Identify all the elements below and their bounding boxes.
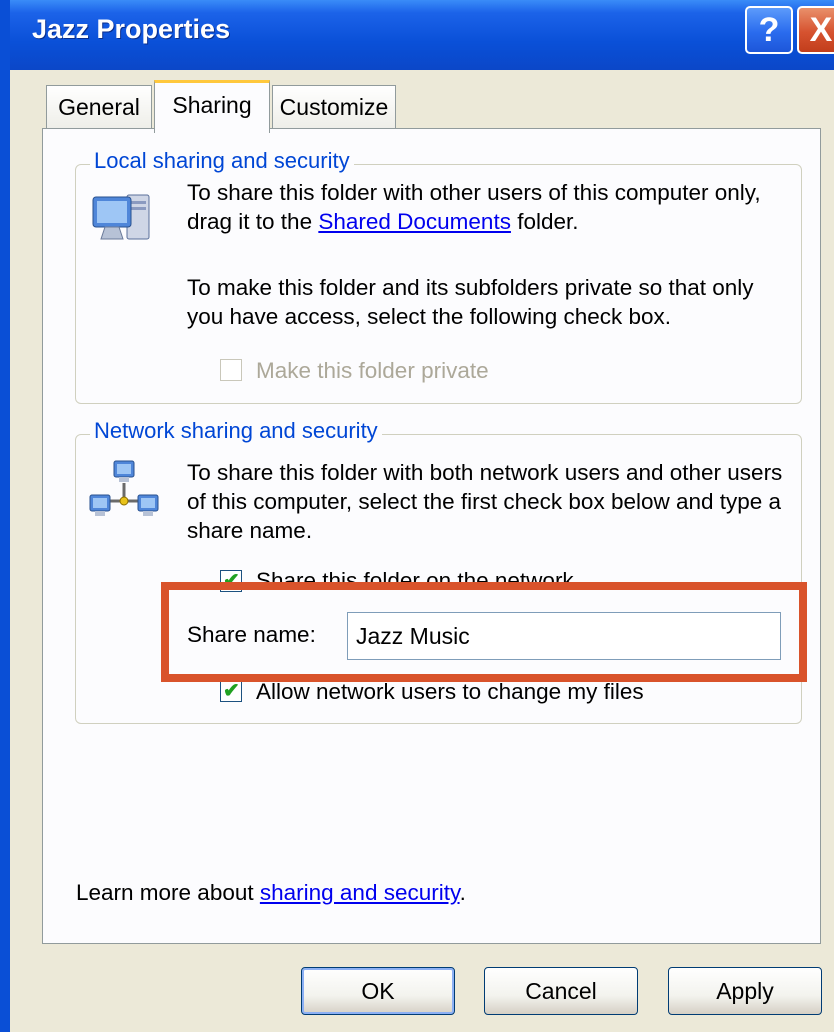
apply-button[interactable]: Apply xyxy=(668,967,822,1015)
network-sharing-group: Network sharing and security To share th… xyxy=(75,418,802,724)
tab-general[interactable]: General xyxy=(46,85,152,129)
help-button[interactable]: ? xyxy=(745,6,793,54)
share-folder-label: Share this folder on the network xyxy=(256,568,574,593)
tab-customize[interactable]: Customize xyxy=(272,85,396,129)
network-computers-icon xyxy=(89,460,159,516)
ok-button[interactable]: OK xyxy=(301,967,455,1015)
checkmark-icon: ✔ xyxy=(223,680,240,702)
properties-window: Jazz Properties ? X General Sharing Cust… xyxy=(0,0,834,1032)
local-sharing-group: Local sharing and security To share this… xyxy=(75,148,802,404)
private-folder-text: To make this folder and its subfolders p… xyxy=(187,275,754,329)
window-title: Jazz Properties xyxy=(32,14,231,44)
allow-change-label: Allow network users to change my files xyxy=(256,679,644,704)
sharing-security-link[interactable]: sharing and security xyxy=(260,880,460,905)
cancel-button[interactable]: Cancel xyxy=(484,967,638,1015)
share-name-label: Share name: xyxy=(187,622,316,647)
shared-documents-link[interactable]: Shared Documents xyxy=(318,209,511,234)
checkmark-icon: ✔ xyxy=(223,570,240,592)
share-name-input[interactable] xyxy=(347,612,781,660)
learn-more-text: Learn more about sharing and security. xyxy=(76,880,466,905)
computer-monitor-icon xyxy=(92,194,150,240)
allow-change-checkbox[interactable]: ✔ xyxy=(220,680,242,702)
close-button[interactable]: X xyxy=(797,6,834,54)
network-sharing-text: To share this folder with both network u… xyxy=(187,460,783,543)
local-sharing-legend: Local sharing and security xyxy=(90,148,354,174)
make-private-label: Make this folder private xyxy=(256,358,489,383)
network-sharing-legend: Network sharing and security xyxy=(90,418,382,444)
share-folder-checkbox[interactable]: ✔ xyxy=(220,570,242,592)
sharing-tab-panel: Local sharing and security To share this… xyxy=(42,128,821,944)
tab-sharing[interactable]: Sharing xyxy=(154,80,270,133)
local-sharing-text: To share this folder with other users of… xyxy=(187,180,761,234)
title-bar[interactable]: Jazz Properties ? X xyxy=(10,0,834,70)
make-private-checkbox[interactable] xyxy=(220,359,242,381)
